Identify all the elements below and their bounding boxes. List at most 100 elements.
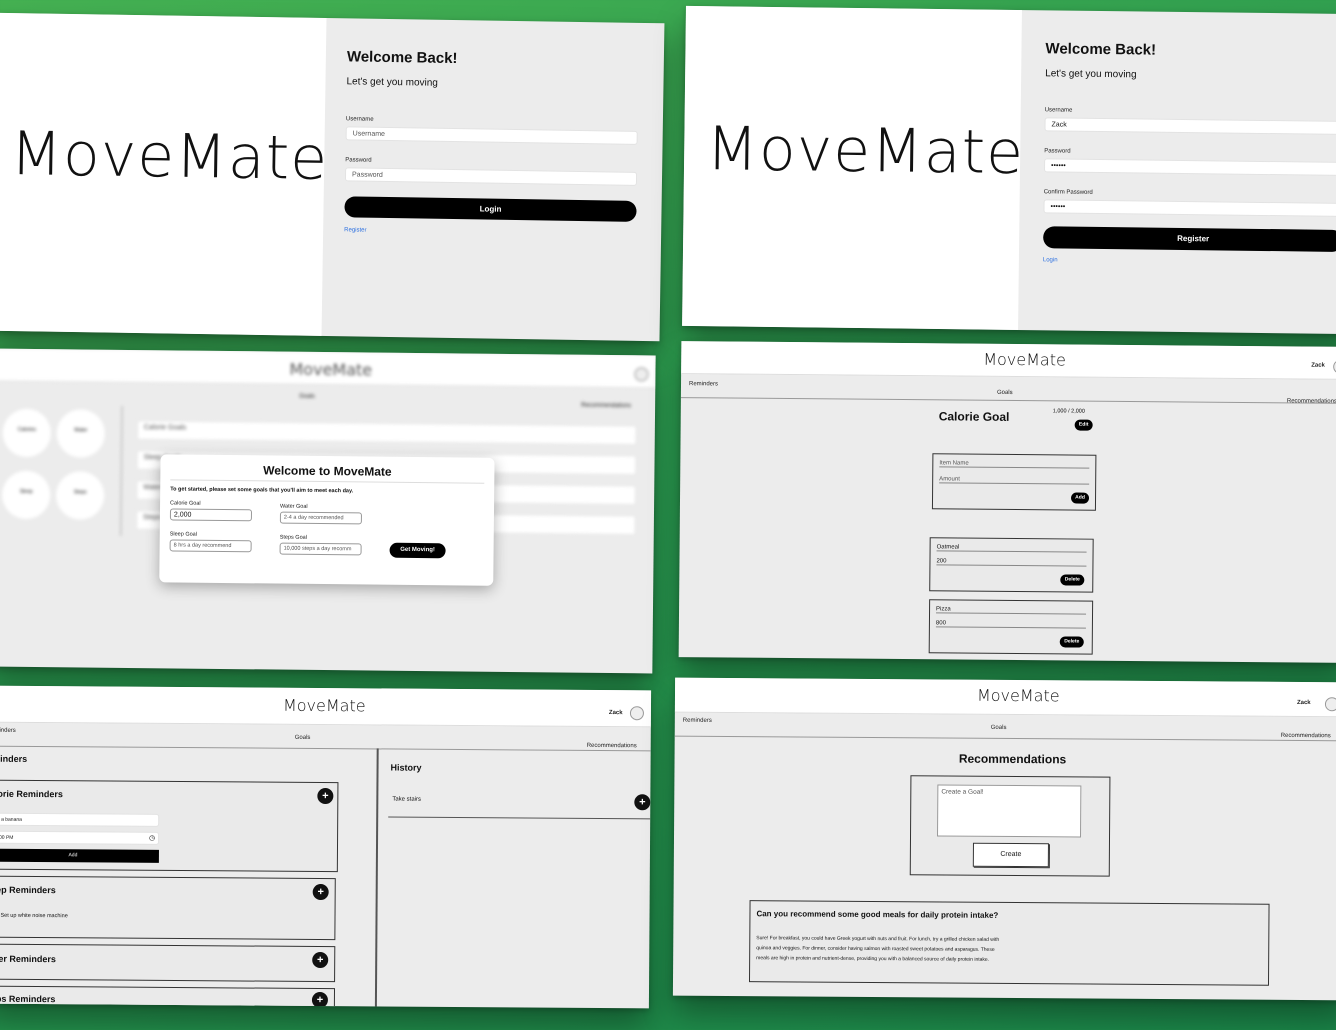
delete-button[interactable]: Delete	[1060, 574, 1085, 586]
history-heading: History	[390, 762, 422, 773]
login-link[interactable]: Login	[1043, 257, 1058, 263]
add-item-button[interactable]: Add	[1070, 492, 1090, 504]
edit-button[interactable]: Edit	[1074, 419, 1093, 431]
recommendation-answer: Sure! For breakfast, you could have Gree…	[756, 935, 1000, 963]
navbar-logo: MoveMate	[983, 349, 1066, 370]
history-item: Take stairs	[392, 796, 422, 803]
register-link[interactable]: Register	[344, 227, 366, 233]
water-reminders-heading: Water Reminders	[0, 953, 56, 965]
delete-button[interactable]: Delete	[1059, 636, 1084, 648]
food-amount: 800	[935, 620, 1086, 629]
steps-reminders-card: Steps Reminders +	[0, 985, 336, 1009]
navbar-logo: MoveMate	[282, 695, 366, 716]
sleep-goal-input[interactable]: 8 hrs a day recommend	[169, 539, 252, 553]
add-history-icon[interactable]: +	[634, 794, 651, 811]
user-name: Zack	[608, 710, 623, 717]
divider	[119, 405, 124, 536]
nav-goals[interactable]: Goals	[991, 725, 1007, 731]
clock-icon[interactable]: ◷	[149, 834, 155, 842]
confirm-password-label: Confirm Password	[1043, 189, 1093, 196]
goal-circle-steps: Steps	[55, 471, 105, 520]
calorie-goal-input[interactable]: 2,000	[169, 508, 253, 522]
water-goal-input[interactable]: 2-4 a day recommended	[279, 511, 362, 525]
login-subtitle: Let's get you moving	[346, 76, 438, 89]
amount-input[interactable]: Amount	[939, 476, 1090, 485]
confirm-password-input[interactable]: ••••••	[1043, 199, 1336, 217]
nav-goals: Goals	[299, 393, 315, 400]
create-button[interactable]: Create	[972, 842, 1049, 868]
avatar[interactable]	[1324, 697, 1336, 712]
add-reminder-icon[interactable]: +	[312, 951, 329, 969]
goal-circle-sleep: Sleep	[1, 470, 51, 520]
username-label: Username	[1044, 107, 1073, 114]
sleep-reminders-card: Sleep Reminders + Set up white noise mac…	[0, 875, 336, 941]
nav-divider	[0, 745, 651, 752]
food-name: Oatmeal	[936, 544, 1087, 553]
username-input[interactable]: Username	[345, 126, 638, 145]
password-input[interactable]: Password	[344, 167, 638, 186]
nav-divider	[674, 735, 1336, 742]
navbar: MoveMate Zack	[0, 685, 652, 728]
navbar: MoveMate Zack	[681, 341, 1336, 380]
movemate-logo: MoveMate	[9, 119, 329, 195]
goal-circle-calories: Calories	[2, 408, 52, 458]
login-logo-area: MoveMate	[0, 12, 329, 336]
steps-goal-label: Steps Goal	[279, 534, 307, 541]
nav-goals[interactable]: Goals	[997, 390, 1013, 396]
modal-intro: To get started, please set some goals th…	[170, 486, 354, 495]
add-reminder-icon[interactable]: +	[311, 991, 328, 1009]
login-button[interactable]: Login	[344, 196, 637, 222]
avatar	[634, 367, 649, 382]
user-name: Zack	[1311, 362, 1325, 369]
water-reminders-card: Water Reminders +	[0, 943, 336, 983]
avatar[interactable]	[629, 706, 644, 721]
calorie-goal-title: Calorie Goal	[938, 409, 1010, 424]
reminders-screenshot: MoveMate Zack Reminders Goals Recommenda…	[0, 685, 652, 1009]
nav-reminders[interactable]: Reminders	[0, 728, 16, 734]
sleep-reminder-item: Set up white noise machine	[0, 912, 68, 920]
bg-row: Calorie Goals	[136, 420, 637, 446]
register-title: Welcome Back!	[1045, 40, 1157, 59]
reminder-text-input[interactable]: Eat a banana	[0, 812, 160, 827]
welcome-screenshot: MoveMate Goals Recommendations Calories …	[0, 348, 656, 674]
navbar: MoveMate	[0, 348, 656, 389]
login-title: Welcome Back!	[346, 48, 458, 68]
navbar: MoveMate Zack	[674, 677, 1336, 718]
register-subtitle: Let's get you moving	[1045, 68, 1137, 81]
recommendation-question: Can you recommend some good meals for da…	[756, 909, 999, 920]
reminder-time-input[interactable]: 12:00 PM	[0, 830, 160, 845]
calorie-goal-screenshot: MoveMate Zack Reminders Goals Recommenda…	[678, 341, 1336, 663]
food-entry: Pizza 800 Delete	[928, 599, 1094, 655]
calorie-reminders-card: Calorie Reminders + Eat a banana 12:00 P…	[0, 779, 339, 873]
nav-goals[interactable]: Goals	[295, 735, 311, 741]
goal-textarea[interactable]: Create a Goal!	[937, 784, 1082, 838]
nav-divider	[680, 397, 1336, 404]
nav-recommendations[interactable]: Recommendations	[1281, 733, 1331, 739]
food-name: Pizza	[936, 606, 1087, 615]
steps-goal-input[interactable]: 10,000 steps a day recomm	[279, 542, 362, 556]
navbar-logo: MoveMate	[289, 359, 373, 380]
food-entry: Oatmeal 200 Delete	[929, 537, 1094, 593]
password-label: Password	[1044, 148, 1071, 155]
navbar-logo: MoveMate	[976, 685, 1060, 706]
sleep-goal-label: Sleep Goal	[169, 531, 197, 538]
history-divider	[388, 816, 651, 820]
get-moving-button[interactable]: Get Moving!	[389, 542, 446, 559]
register-button[interactable]: Register	[1043, 226, 1336, 252]
movemate-logo: MoveMate	[705, 114, 1025, 189]
create-goal-card: Create a Goal! Create	[909, 775, 1111, 877]
nav-recommendations[interactable]: Recommendations	[587, 743, 637, 749]
password-label: Password	[345, 157, 372, 164]
password-input[interactable]: ••••••	[1043, 158, 1336, 176]
nav-reminders[interactable]: Reminders	[683, 718, 712, 724]
nav-reminders[interactable]: Reminders	[689, 381, 718, 387]
register-screenshot: MoveMate Welcome Back! Let's get you mov…	[682, 5, 1336, 335]
username-input[interactable]: Zack	[1044, 117, 1336, 135]
add-reminder-icon[interactable]: +	[312, 883, 329, 901]
add-reminder-button[interactable]: Add	[0, 848, 159, 863]
recommendation-card: Can you recommend some good meals for da…	[748, 900, 1270, 986]
calorie-progress: 1,000 / 2,000	[1052, 408, 1085, 415]
goal-circle-water: Water	[56, 409, 106, 458]
item-name-input[interactable]: Item Name	[939, 460, 1090, 469]
add-reminder-icon[interactable]: +	[317, 787, 334, 805]
